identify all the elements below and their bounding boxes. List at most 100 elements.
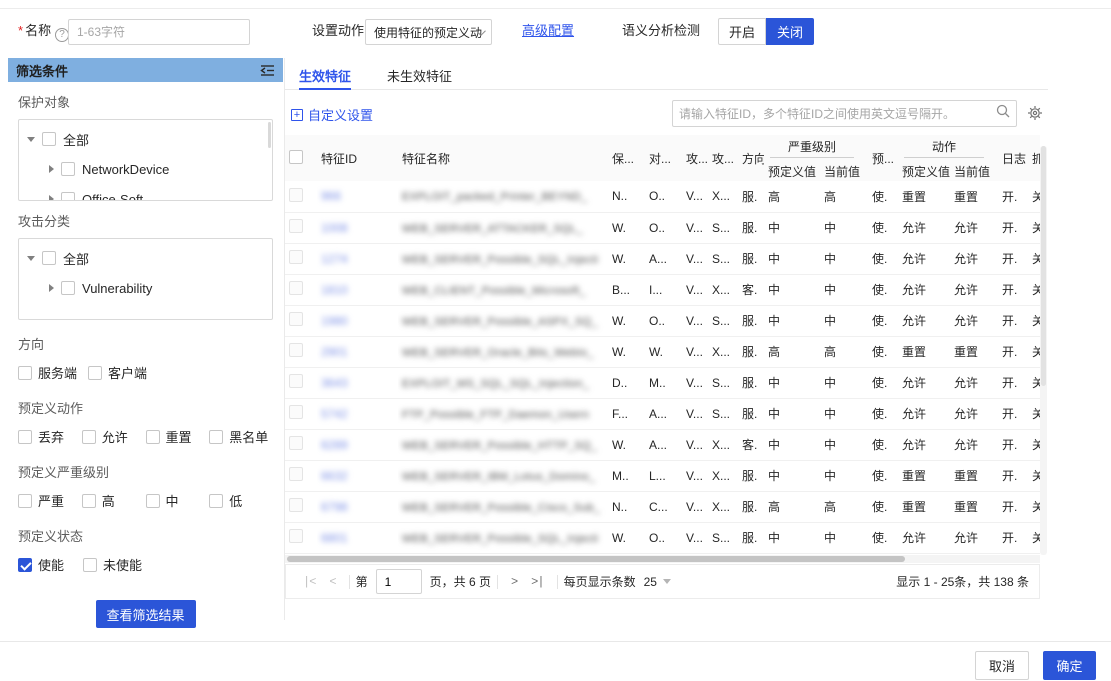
feature-id-link[interactable]: 5742 xyxy=(321,407,348,421)
per-page-select[interactable]: 25 xyxy=(644,575,671,589)
col-feature-id[interactable]: 特征ID xyxy=(317,135,398,181)
checkbox[interactable] xyxy=(146,494,160,508)
ok-button[interactable]: 确定 xyxy=(1043,651,1096,680)
col-action-current[interactable]: 当前值 xyxy=(950,161,998,181)
checkbox[interactable] xyxy=(146,430,160,444)
collapse-panel-icon[interactable] xyxy=(260,64,275,77)
toggle-off-button[interactable]: 关闭 xyxy=(766,18,814,45)
row-checkbox[interactable] xyxy=(289,529,303,543)
row-checkbox[interactable] xyxy=(289,498,303,512)
tree-item-vulnerability[interactable]: Vulnerability xyxy=(27,273,272,303)
row-checkbox[interactable] xyxy=(289,405,303,419)
col-severity-current[interactable]: 当前值 xyxy=(820,161,868,181)
row-checkbox[interactable] xyxy=(289,312,303,326)
tree-item-all[interactable]: 全部 xyxy=(27,243,272,273)
option-high[interactable]: 高 xyxy=(82,491,146,510)
col-predefined-state[interactable]: 预... xyxy=(868,135,898,181)
row-checkbox[interactable] xyxy=(289,219,303,233)
next-page-icon[interactable]: > xyxy=(504,575,524,589)
feature-id-link[interactable]: 6801 xyxy=(321,531,348,545)
option-allow[interactable]: 允许 xyxy=(82,427,146,446)
prev-page-icon[interactable]: < xyxy=(322,575,342,589)
custom-settings-button[interactable]: + 自定义设置 xyxy=(291,105,373,124)
feature-id-link[interactable]: 1008 xyxy=(321,221,348,235)
feature-id-link[interactable]: 6798 xyxy=(321,500,348,514)
feature-id-link[interactable]: 1274 xyxy=(321,252,348,266)
tree-checkbox[interactable] xyxy=(42,132,56,146)
tree-checkbox[interactable] xyxy=(42,251,56,265)
gear-icon[interactable] xyxy=(1027,105,1043,121)
cancel-button[interactable]: 取消 xyxy=(975,651,1029,680)
tree-checkbox[interactable] xyxy=(61,192,75,201)
col-action-predefined[interactable]: 预定义值 xyxy=(898,161,950,181)
horizontal-scrollbar[interactable] xyxy=(285,555,1040,563)
caret-down-icon[interactable] xyxy=(27,137,35,142)
feature-id-link[interactable]: 1980 xyxy=(321,314,348,328)
toggle-on-button[interactable]: 开启 xyxy=(718,18,766,45)
row-checkbox[interactable] xyxy=(289,467,303,481)
tree-checkbox[interactable] xyxy=(61,281,75,295)
option-client[interactable]: 客户端 xyxy=(88,363,158,382)
checkbox-checked[interactable] xyxy=(18,558,32,572)
tree-item-all[interactable]: 全部 xyxy=(27,124,272,154)
select-all-checkbox[interactable] xyxy=(289,150,303,164)
advanced-config-link[interactable]: 高级配置 xyxy=(522,20,574,39)
vertical-scrollbar[interactable] xyxy=(1040,146,1047,555)
col-direction[interactable]: 方向 xyxy=(738,135,764,181)
feature-id-link[interactable]: 3643 xyxy=(321,376,348,390)
col-log[interactable]: 日志 xyxy=(998,135,1028,181)
row-checkbox[interactable] xyxy=(289,343,303,357)
feature-id-link[interactable]: 6289 xyxy=(321,438,348,452)
option-disabled[interactable]: 未使能 xyxy=(83,555,148,574)
option-medium[interactable]: 中 xyxy=(146,491,210,510)
tree-scrollbar[interactable] xyxy=(268,122,271,148)
option-reset[interactable]: 重置 xyxy=(146,427,210,446)
col-feature-name[interactable]: 特征名称 xyxy=(398,135,608,181)
caret-right-icon[interactable] xyxy=(49,165,54,173)
feature-id-link[interactable]: 1810 xyxy=(321,283,348,297)
row-checkbox[interactable] xyxy=(289,188,303,202)
checkbox[interactable] xyxy=(209,494,223,508)
row-checkbox[interactable] xyxy=(289,436,303,450)
checkbox[interactable] xyxy=(18,366,32,380)
checkbox[interactable] xyxy=(88,366,102,380)
option-low[interactable]: 低 xyxy=(209,491,273,510)
caret-right-icon[interactable] xyxy=(49,195,54,201)
checkbox[interactable] xyxy=(82,494,96,508)
first-page-icon[interactable]: |< xyxy=(296,575,322,589)
name-input[interactable] xyxy=(68,19,250,45)
option-blacklist[interactable]: 黑名单 xyxy=(209,427,273,446)
option-server[interactable]: 服务端 xyxy=(18,363,88,382)
option-drop[interactable]: 丢弃 xyxy=(18,427,82,446)
checkbox[interactable] xyxy=(83,558,97,572)
last-page-icon[interactable]: >| xyxy=(524,575,550,589)
col-object[interactable]: 对... xyxy=(645,135,682,181)
search-icon[interactable] xyxy=(990,104,1016,123)
feature-id-link[interactable]: 6632 xyxy=(321,469,348,483)
tree-item-officesoft[interactable]: Office-Soft xyxy=(27,184,272,201)
tree-item-networkdevice[interactable]: NetworkDevice xyxy=(27,154,272,184)
col-severity-predefined[interactable]: 预定义值 xyxy=(764,161,820,181)
checkbox[interactable] xyxy=(18,494,32,508)
feature-id-link[interactable]: 2901 xyxy=(321,345,348,359)
option-enabled[interactable]: 使能 xyxy=(18,555,83,574)
checkbox[interactable] xyxy=(82,430,96,444)
horizontal-scrollbar-thumb[interactable] xyxy=(287,556,905,562)
action-select[interactable]: 使用特征的预定义动 xyxy=(365,19,492,45)
col-attack-category[interactable]: 攻... xyxy=(682,135,708,181)
row-checkbox[interactable] xyxy=(289,250,303,264)
vertical-scrollbar-thumb[interactable] xyxy=(1041,146,1046,386)
col-attack-sub[interactable]: 攻... xyxy=(708,135,738,181)
col-capture[interactable]: 抓包 xyxy=(1028,135,1040,181)
col-protect-object[interactable]: 保... xyxy=(608,135,645,181)
tree-checkbox[interactable] xyxy=(61,162,75,176)
caret-right-icon[interactable] xyxy=(49,284,54,292)
help-icon[interactable]: ? xyxy=(55,28,69,42)
page-number-input[interactable] xyxy=(376,569,422,594)
option-critical[interactable]: 严重 xyxy=(18,491,82,510)
checkbox[interactable] xyxy=(209,430,223,444)
row-checkbox[interactable] xyxy=(289,374,303,388)
row-checkbox[interactable] xyxy=(289,281,303,295)
checkbox[interactable] xyxy=(18,430,32,444)
tab-active-features[interactable]: 生效特征 xyxy=(299,58,351,90)
